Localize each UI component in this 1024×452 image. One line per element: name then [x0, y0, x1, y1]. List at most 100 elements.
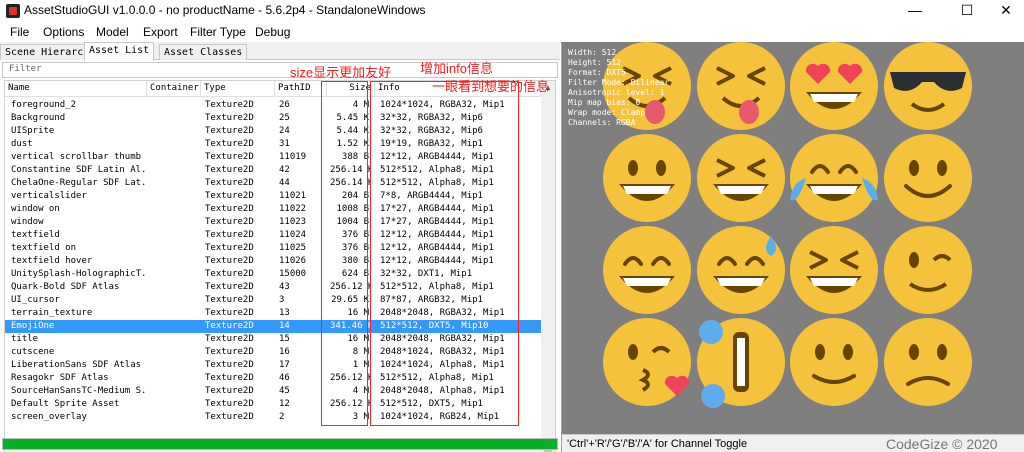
smiling-face-icon [603, 226, 691, 314]
filter-placeholder: Filter [9, 64, 42, 74]
sunglasses-face-icon [884, 42, 972, 130]
texture-info-line: Format: DXT5 [568, 68, 626, 77]
cell-name: textfield on [11, 243, 77, 253]
minimize-button[interactable]: — [892, 0, 938, 22]
cell-type: Texture2D [205, 412, 254, 422]
slight-smile-face-icon [790, 318, 878, 406]
cell-pathid: 11022 [279, 204, 307, 214]
cell-name: LiberationSans SDF Atlas [11, 360, 142, 370]
cell-type: Texture2D [205, 334, 254, 344]
cell-type: Texture2D [205, 347, 254, 357]
texture-info-overlay: Width: 512 Height: 512 Format: DXT5 Filter … [568, 48, 669, 128]
menu-debug[interactable]: Debug [255, 25, 290, 39]
cell-container [148, 294, 204, 307]
texture-info-line: Height: 512 [568, 58, 621, 67]
maximize-button[interactable]: ☐ [944, 0, 990, 22]
cell-pathid: 26 [279, 100, 290, 110]
asset-list-pane: Scene Hierarchy Asset List Asset Classes… [0, 42, 560, 452]
smile-face-icon [884, 134, 972, 222]
watermark: CodeGize © 2020 [886, 436, 998, 452]
cell-type: Texture2D [205, 191, 254, 201]
cell-pathid: 15000 [279, 269, 307, 279]
cell-type: Texture2D [205, 308, 254, 318]
cell-pathid: 11019 [279, 152, 307, 162]
size-annotation-box [321, 81, 368, 426]
cell-container [148, 151, 204, 164]
cell-pathid: 3 [279, 295, 285, 305]
cell-type: Texture2D [205, 399, 254, 409]
cell-pathid: 15 [279, 334, 290, 344]
column-header-name[interactable]: Name [5, 81, 147, 97]
cell-container [148, 385, 204, 398]
texture-info-line: Width: 512 [568, 48, 617, 57]
cell-type: Texture2D [205, 113, 254, 123]
menu-export[interactable]: Export [143, 25, 178, 39]
cell-pathid: 31 [279, 139, 290, 149]
menu-bar: File Options Model Export Filter Type De… [0, 22, 1024, 42]
cell-name: EmojiOne [11, 321, 55, 331]
cell-container [148, 99, 204, 112]
cell-pathid: 45 [279, 386, 290, 396]
cell-type: Texture2D [205, 165, 254, 175]
column-header-pathid[interactable]: PathID [275, 81, 327, 97]
tab-asset-list[interactable]: Asset List [84, 42, 155, 61]
cell-name: SourceHanSansTC-Medium S... [11, 386, 146, 396]
progress-bar [2, 438, 558, 450]
tab-asset-classes[interactable]: Asset Classes [159, 44, 248, 60]
cell-container [148, 372, 204, 385]
grinning-face-icon [603, 134, 691, 222]
status-bar: 'Ctrl'+'R'/'G'/'B'/'A' for Channel Toggl… [562, 434, 1024, 452]
info-annotation-text: 增加info信息 [420, 61, 493, 76]
cell-type: Texture2D [205, 100, 254, 110]
cell-name: UnitySplash-HolographicT... [11, 269, 146, 279]
cell-pathid: 17 [279, 360, 290, 370]
cell-name: terrain_texture [11, 308, 93, 318]
menu-filter-type[interactable]: Filter Type [190, 25, 246, 39]
texture-info-line: Mip map bias: 0 [568, 98, 641, 107]
cell-name: Constantine SDF Latin Al... [11, 165, 146, 175]
cell-container [148, 177, 204, 190]
wink-face-icon [884, 226, 972, 314]
cell-container [148, 346, 204, 359]
close-button[interactable]: ✕ [988, 0, 1024, 22]
cell-container [148, 138, 204, 151]
cell-container [148, 216, 204, 229]
cell-container [148, 333, 204, 346]
menu-model[interactable]: Model [96, 25, 129, 39]
vertical-scrollbar[interactable]: ▲ ▼ [541, 81, 555, 452]
cell-pathid: 24 [279, 126, 290, 136]
cell-type: Texture2D [205, 269, 254, 279]
cell-name: Resagokr SDF Atlas [11, 373, 109, 383]
cell-container [148, 255, 204, 268]
cell-type: Texture2D [205, 386, 254, 396]
cell-container [148, 112, 204, 125]
info-annotation-text-2: 一眼看到想要的信息 [432, 79, 550, 94]
cell-name: window [11, 217, 44, 227]
cell-pathid: 44 [279, 178, 290, 188]
column-header-type[interactable]: Type [201, 81, 275, 97]
app-icon [6, 4, 20, 18]
cell-container [148, 268, 204, 281]
cell-container [148, 411, 204, 424]
texture-info-line: Wrap mode: Clamp [568, 108, 646, 117]
cell-name: cutscene [11, 347, 55, 357]
cell-type: Texture2D [205, 139, 254, 149]
cell-pathid: 16 [279, 347, 290, 357]
cell-type: Texture2D [205, 360, 254, 370]
cell-pathid: 11021 [279, 191, 307, 201]
cell-type: Texture2D [205, 152, 254, 162]
cell-type: Texture2D [205, 295, 254, 305]
column-header-container[interactable]: Container [147, 81, 201, 97]
cell-name: dust [11, 139, 33, 149]
cell-container [148, 281, 204, 294]
menu-file[interactable]: File [10, 25, 29, 39]
kissing-heart-face-icon [603, 318, 691, 406]
cell-type: Texture2D [205, 217, 254, 227]
laughing-face-icon [790, 226, 878, 314]
cell-type: Texture2D [205, 230, 254, 240]
info-annotation-box [370, 81, 519, 426]
cell-type: Texture2D [205, 321, 254, 331]
cell-type: Texture2D [205, 373, 254, 383]
cell-container [148, 203, 204, 216]
menu-options[interactable]: Options [43, 25, 84, 39]
